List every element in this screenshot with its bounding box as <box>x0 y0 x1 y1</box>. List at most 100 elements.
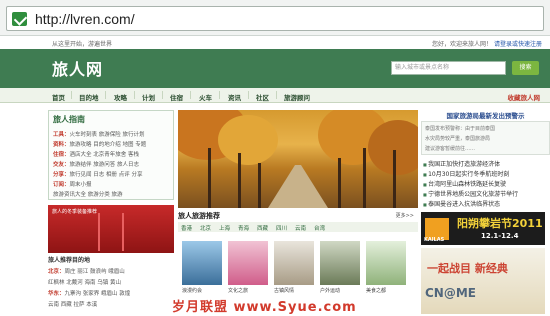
jacket-image <box>98 213 124 251</box>
search-input[interactable]: 输入城市或景点名称 <box>391 61 506 75</box>
news-item[interactable]: 宁德世界地质公园文化旅游节举行 <box>423 189 518 198</box>
tab-region[interactable]: 四川 <box>276 224 287 232</box>
url-input[interactable]: http://lvren.com/ <box>6 6 544 31</box>
guide-row-links[interactable]: 旅行见闻 日志 相册 点评 分享 <box>70 172 143 178</box>
tab-region[interactable]: 北京 <box>200 224 211 232</box>
news-item[interactable]: 10月30日起实行冬季航班时刻 <box>423 169 509 178</box>
recommendation-thumbnail[interactable] <box>228 241 268 285</box>
guide-row[interactable]: 订阅：周末小报 <box>53 180 92 188</box>
nav-divider <box>71 91 72 99</box>
guide-row[interactable]: 住宿：酒店大全 北京青年旅舍 客栈 <box>53 150 139 158</box>
tab-region[interactable]: 云南 <box>295 224 306 232</box>
promo-ad[interactable]: 一起战目 新经典 CN@ME <box>421 248 545 314</box>
guide-row-key: 住宿： <box>53 152 70 158</box>
bookmark-link[interactable]: 收藏旅人网 <box>508 92 541 102</box>
tab-region[interactable]: 香港 <box>181 224 192 232</box>
destination-links[interactable]: 九寨沟 张家界 峨眉山 敦煌 <box>65 291 131 297</box>
news-item[interactable]: 泰国曼谷进入抗洪临界状态 <box>423 199 500 208</box>
recommendation-thumbnail[interactable] <box>182 241 222 285</box>
forest-road <box>268 165 328 208</box>
tree-trunk <box>258 163 261 208</box>
tab-region[interactable]: 上海 <box>219 224 230 232</box>
guide-row[interactable]: 资料：旅游攻略 目的地介绍 地图 专题 <box>53 140 146 148</box>
tab-region[interactable]: 台湾 <box>314 224 325 232</box>
jacket-ad-banner[interactable]: 旅人的冬季装备推荐 <box>48 205 174 253</box>
tree-trunk <box>238 153 241 208</box>
thumbnail-caption[interactable]: 美食之都 <box>366 287 386 294</box>
destination-links[interactable]: 周庄 丽江 鼓浪屿 峨眉山 <box>65 269 125 275</box>
thumbnail-caption[interactable]: 古镇风情 <box>274 287 294 294</box>
tree-canopy <box>218 115 278 165</box>
guide-row-key: 分享： <box>53 172 70 178</box>
recommendation-thumbnail[interactable] <box>320 241 360 285</box>
guide-row-links[interactable]: 旅游资讯大全 旅游分类 旅游 <box>53 192 123 198</box>
news-summary-line: 建议游客暂缓前往…… <box>425 146 476 152</box>
nav-item-news[interactable]: 资讯 <box>228 92 241 102</box>
destination-links[interactable]: 红枫林 北戴河 海南 乌镇 黄山 <box>48 280 121 286</box>
thumbnail-caption[interactable]: 文化之旅 <box>228 287 248 294</box>
kailas-brand: KAILAS <box>424 237 445 243</box>
promo-headline: 一起战目 新经典 <box>427 262 508 275</box>
nav-item-plan[interactable]: 计划 <box>142 92 155 102</box>
nav-item-advisor[interactable]: 旅游顾问 <box>284 92 310 102</box>
guide-row-links[interactable]: 周末小报 <box>70 182 92 188</box>
recommendations-title: 旅人旅游推荐 <box>178 212 220 220</box>
nav-divider <box>134 91 135 99</box>
nav-divider <box>190 91 191 99</box>
tree-trunk <box>338 158 341 208</box>
destinations-title: 旅人推荐目的地 <box>48 257 91 264</box>
recommendation-thumbnail[interactable] <box>274 241 314 285</box>
guide-row[interactable]: 旅游资讯大全 旅游分类 旅游 <box>53 190 123 198</box>
guide-title: 旅人指南 <box>53 115 85 124</box>
guide-row-links[interactable]: 酒店大全 北京青年旅舍 客栈 <box>70 152 140 158</box>
destination-row[interactable]: 红枫林 北戴河 海南 乌镇 黄山 <box>48 278 121 286</box>
tab-region[interactable]: 青海 <box>238 224 249 232</box>
guide-row[interactable]: 交友：旅游结伴 旅游问答 旅人日志 <box>53 160 139 168</box>
main-nav: 首页 目的地 攻略 计划 住宿 火车 资讯 社区 旅游顾问 收藏旅人网 <box>0 88 550 103</box>
slogan: 从这里开始，游遍世界 <box>52 41 113 48</box>
destination-row[interactable]: 云南 西藏 拉萨 本溪 <box>48 300 97 308</box>
guide-row-key: 交友： <box>53 162 70 168</box>
climbing-festival-ad[interactable]: KAILAS 阳朔攀岩节2011 12.1-12.4 <box>421 212 545 245</box>
nav-item-guide[interactable]: 攻略 <box>114 92 127 102</box>
nav-divider <box>248 91 249 99</box>
guide-row-links[interactable]: 旅游结伴 旅游问答 旅人日志 <box>70 162 140 168</box>
news-item[interactable]: 我国正加快打造旅游经济体 <box>423 159 500 168</box>
site-logo[interactable]: 旅人网 <box>52 56 103 80</box>
nav-divider <box>276 91 277 99</box>
tree-trunk <box>208 148 211 208</box>
festival-date: 12.1-12.4 <box>481 232 519 240</box>
more-link[interactable]: 更多>> <box>396 212 414 219</box>
news-summary-line: 水灾局势较严重，泰国旅游局 <box>425 136 491 142</box>
destination-links[interactable]: 云南 西藏 拉萨 本溪 <box>48 302 97 308</box>
guide-row-links[interactable]: 火车时刻表 旅游保险 旅行计划 <box>70 132 145 138</box>
news-item[interactable]: 台湾阿里山森林铁路延长复驶 <box>423 179 506 188</box>
destination-region: 北京： <box>48 269 65 275</box>
destination-row[interactable]: 华东：九寨沟 张家界 峨眉山 敦煌 <box>48 289 130 297</box>
nav-item-hotel[interactable]: 住宿 <box>170 92 183 102</box>
destination-row[interactable]: 北京：周庄 丽江 鼓浪屿 峨眉山 <box>48 267 125 275</box>
news-summary-line: 泰国发布预警称：由于目前泰国 <box>425 126 496 132</box>
recommendation-thumbnail[interactable] <box>366 241 406 285</box>
region-tabs: 香港 北京 上海 青海 西藏 四川 云南 台湾 <box>178 222 418 232</box>
nav-item-community[interactable]: 社区 <box>256 92 269 102</box>
top-info-bar: 从这里开始，游遍世界 您好，欢迎来旅人网！ 请登录或快速注册 <box>0 37 550 49</box>
destination-region: 华东： <box>48 291 65 297</box>
nav-item-home[interactable]: 首页 <box>52 92 65 102</box>
thumbnail-caption[interactable]: 户外运动 <box>320 287 340 294</box>
thumbnail-caption[interactable]: 浪漫约会 <box>182 287 202 294</box>
hero-autumn-photo[interactable] <box>178 110 418 208</box>
news-headline[interactable]: 国家旅游局最新发出预警示 <box>421 110 550 120</box>
tree-trunk <box>393 150 396 208</box>
guide-row[interactable]: 分享：旅行见闻 日志 相册 点评 分享 <box>53 170 143 178</box>
guide-row-key: 工具： <box>53 132 70 138</box>
guide-row[interactable]: 工具：火车时刻表 旅游保险 旅行计划 <box>53 130 145 138</box>
login-link[interactable]: 请登录或快速注册 <box>494 41 542 48</box>
nav-item-train[interactable]: 火车 <box>199 92 212 102</box>
jacket-ad-label: 旅人的冬季装备推荐 <box>52 209 98 215</box>
search-button[interactable]: 搜索 <box>512 61 539 75</box>
guide-row-links[interactable]: 旅游攻略 目的地介绍 地图 专题 <box>70 142 147 148</box>
news-summary-box: 泰国发布预警称：由于目前泰国 水灾局势较严重，泰国旅游局 建议游客暂缓前往…… <box>421 121 550 155</box>
nav-item-destination[interactable]: 目的地 <box>79 92 99 102</box>
tab-region[interactable]: 西藏 <box>257 224 268 232</box>
